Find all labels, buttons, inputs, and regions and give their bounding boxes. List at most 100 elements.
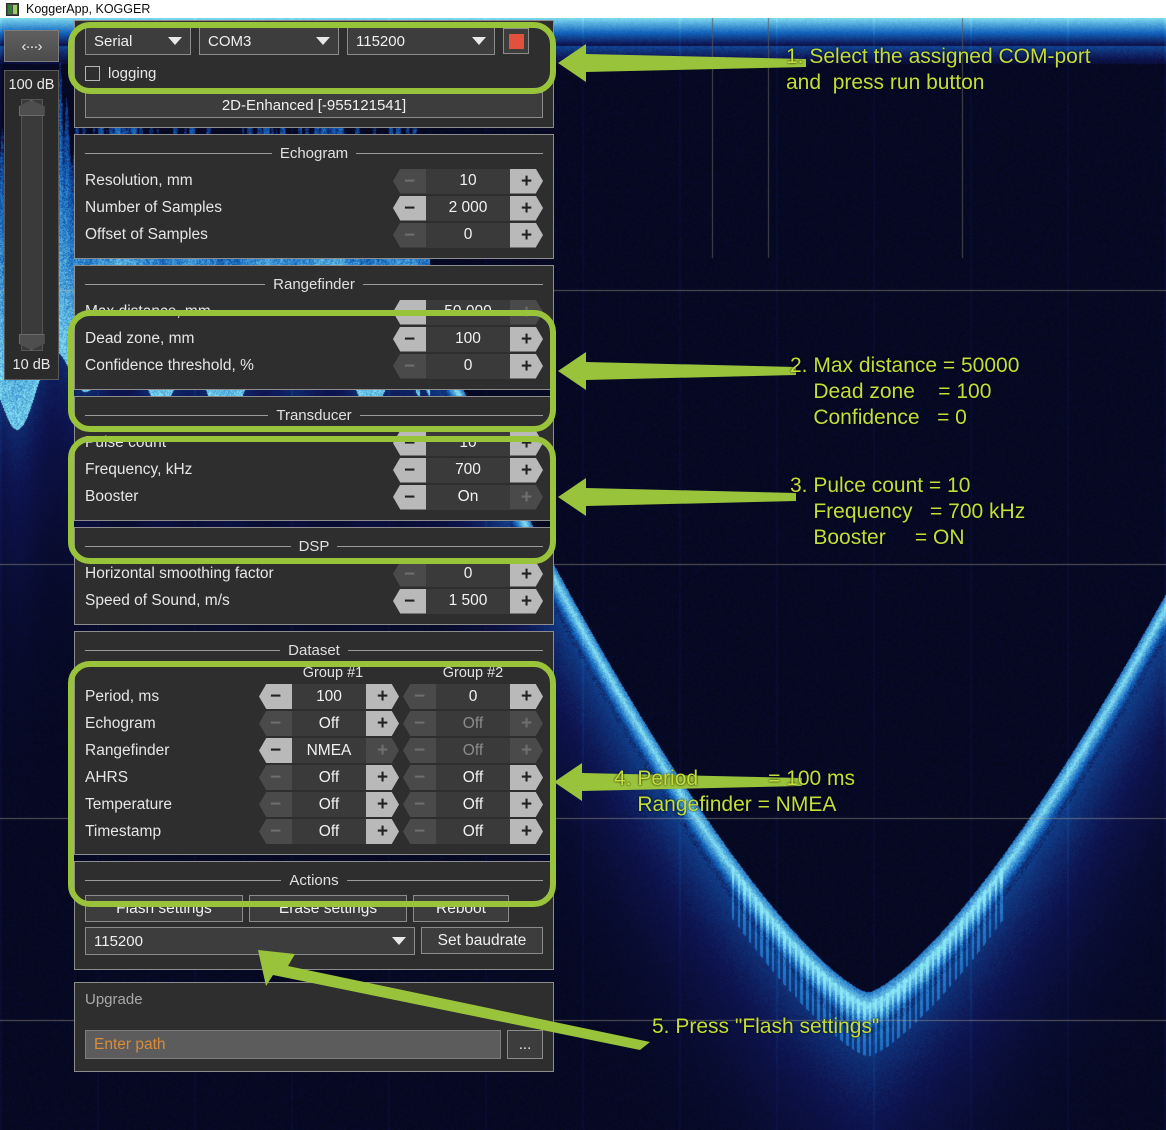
expand-panel-button[interactable]: ‹···› <box>4 30 59 62</box>
decrement-button[interactable]: − <box>259 684 292 709</box>
value-display: 0 <box>426 222 510 248</box>
annotation-step4: 4. Period = 100 ms Rangefinder = NMEA <box>614 767 856 816</box>
device-info-label: 2D-Enhanced [-955121541] <box>221 96 407 114</box>
decrement-button[interactable]: − <box>393 457 426 483</box>
decrement-button[interactable]: − <box>393 430 426 456</box>
increment-button[interactable]: + <box>510 588 543 614</box>
actions-panel: Actions Flash settings Erase settings Re… <box>74 861 554 970</box>
increment-button[interactable]: + <box>366 792 399 817</box>
increment-button[interactable]: + <box>366 819 399 844</box>
gain-range-slider[interactable]: 100 dB 10 dB <box>4 70 59 380</box>
increment-button: + <box>510 738 543 763</box>
increment-button[interactable]: + <box>510 195 543 221</box>
setting-spinner: −10 + <box>393 168 543 194</box>
decrement-button[interactable]: − <box>393 299 426 325</box>
setting-label: Resolution, mm <box>85 172 193 189</box>
decrement-button[interactable]: − <box>393 195 426 221</box>
rangefinder-group-title: Rangefinder <box>85 276 544 293</box>
setting-row: Max distance, mm −50 000 + <box>85 299 543 325</box>
decrement-button[interactable]: − <box>393 326 426 352</box>
run-stop-button[interactable] <box>503 28 529 54</box>
setting-spinner: −0 + <box>393 222 543 248</box>
flash-settings-button[interactable]: Flash settings <box>85 895 243 922</box>
com-port-select[interactable]: COM3 <box>199 27 339 55</box>
decrement-button: − <box>403 684 436 709</box>
increment-button[interactable]: + <box>366 765 399 790</box>
dataset-row: Rangefinder − NMEA + − Off + <box>85 737 543 764</box>
transducer-settings-panel: Transducer Pulse count −10 + Frequency, kHz… <box>74 396 554 521</box>
erase-settings-button[interactable]: Erase settings <box>249 895 407 922</box>
rangefinder-rows: Max distance, mm −50 000 + Dead zone, mm −10… <box>85 299 543 379</box>
increment-button: + <box>510 711 543 736</box>
value-display: On <box>426 484 510 510</box>
decrement-button[interactable]: − <box>393 588 426 614</box>
increment-button[interactable]: + <box>510 765 543 790</box>
increment-button[interactable]: + <box>510 457 543 483</box>
value-display: 10 <box>426 168 510 194</box>
gain-upper-handle[interactable] <box>18 100 45 116</box>
protocol-select[interactable]: Serial <box>85 27 191 55</box>
setting-spinner: −700 + <box>393 457 543 483</box>
setting-spinner: −2 000 + <box>393 195 543 221</box>
increment-button: + <box>366 738 399 763</box>
chevron-down-icon <box>392 937 406 945</box>
group1-header: Group #1 <box>302 665 364 681</box>
increment-button[interactable]: + <box>510 792 543 817</box>
decrement-button: − <box>403 765 436 790</box>
value-display: Off <box>436 819 510 844</box>
decrement-button[interactable]: − <box>393 484 426 510</box>
increment-button[interactable]: + <box>510 326 543 352</box>
divider-right <box>362 284 544 285</box>
increment-button[interactable]: + <box>366 684 399 709</box>
increment-button[interactable]: + <box>510 684 543 709</box>
divider-right <box>347 650 544 651</box>
firmware-path-input[interactable]: Enter path <box>85 1030 501 1059</box>
setting-spinner: −50 000 + <box>393 299 543 325</box>
divider-right <box>337 546 543 547</box>
decrement-button[interactable]: − <box>259 738 292 763</box>
app-icon <box>6 2 19 16</box>
dataset-group1-spinner: − NMEA + <box>259 738 399 763</box>
set-baudrate-select[interactable]: 115200 <box>85 927 415 955</box>
decrement-button: − <box>393 353 426 379</box>
increment-button[interactable]: + <box>510 168 543 194</box>
value-display: Off <box>436 711 510 736</box>
gain-lower-handle[interactable] <box>18 334 45 350</box>
dsp-settings-panel: DSP Horizontal smoothing factor −0 + Speed … <box>74 527 554 625</box>
value-display: 2 000 <box>426 195 510 221</box>
device-info-button[interactable]: 2D-Enhanced [-955121541] <box>85 92 543 118</box>
value-display: Off <box>292 819 366 844</box>
increment-button[interactable]: + <box>510 222 543 248</box>
group-title-text: Transducer <box>276 407 352 424</box>
gain-min-label: 10 dB <box>12 357 51 373</box>
reboot-button[interactable]: Reboot <box>413 895 509 922</box>
increment-button[interactable]: + <box>510 819 543 844</box>
annotation-step1: 1. Select the assigned COM-port and pres… <box>786 45 1091 94</box>
reboot-label: Reboot <box>436 899 486 917</box>
baudrate-select[interactable]: 115200 <box>347 27 495 55</box>
value-display: 1 500 <box>426 588 510 614</box>
logging-checkbox[interactable] <box>85 66 100 81</box>
increment-button[interactable]: + <box>510 561 543 587</box>
browse-file-button[interactable]: ... <box>507 1030 543 1059</box>
erase-settings-label: Erase settings <box>278 899 378 917</box>
dataset-row: AHRS − Off + − Off + <box>85 764 543 791</box>
echogram-rows: Resolution, mm −10 + Number of Samples −2 00… <box>85 168 543 248</box>
annotation-step2: 2. Max distance = 50000 Dead zone = 100 … <box>790 354 1020 429</box>
decrement-button: − <box>403 792 436 817</box>
dataset-row: Echogram − Off + − Off + <box>85 710 543 737</box>
setting-row: Speed of Sound, m/s −1 500 + <box>85 588 543 614</box>
chevron-down-icon <box>472 37 486 45</box>
value-display: 100 <box>292 684 366 709</box>
set-baudrate-button[interactable]: Set baudrate <box>421 927 543 954</box>
increment-button[interactable]: + <box>510 430 543 456</box>
logging-row[interactable]: logging <box>85 65 543 82</box>
increment-button[interactable]: + <box>366 711 399 736</box>
value-display: NMEA <box>292 738 366 763</box>
value-display: Off <box>292 792 366 817</box>
browse-label: ... <box>518 1036 532 1053</box>
increment-button[interactable]: + <box>510 353 543 379</box>
gain-slider-track[interactable] <box>18 99 45 351</box>
dataset-row: Timestamp − Off + − Off + <box>85 818 543 845</box>
value-display: Off <box>436 738 510 763</box>
